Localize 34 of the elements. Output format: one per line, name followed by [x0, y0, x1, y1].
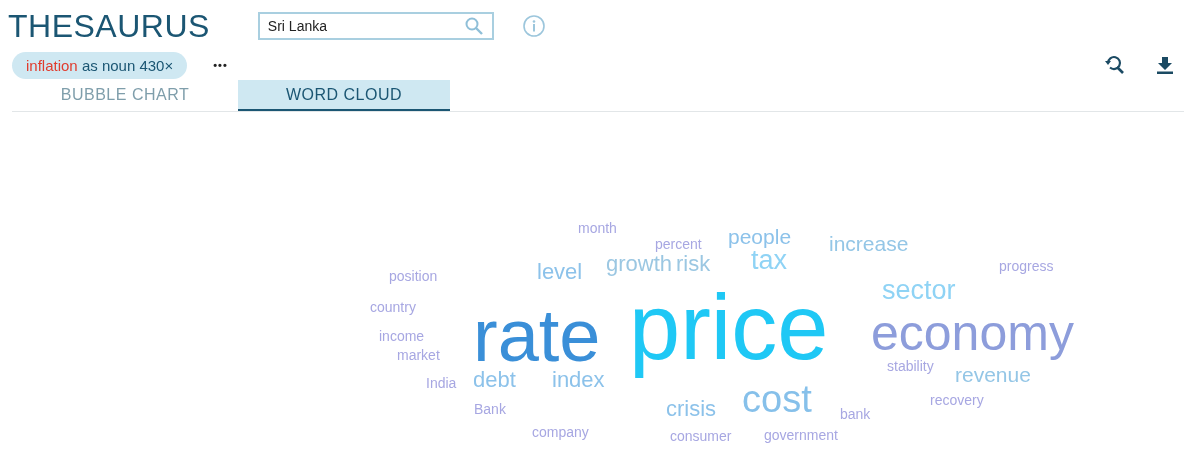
cloud-word[interactable]: Bank [474, 400, 506, 418]
cloud-word[interactable]: bank [840, 405, 871, 423]
cloud-word[interactable]: cost [742, 378, 812, 422]
cloud-word[interactable]: company [532, 423, 589, 441]
cloud-word[interactable]: level [537, 259, 583, 285]
cloud-word[interactable]: country [370, 298, 416, 316]
cloud-word[interactable]: consumer [670, 427, 732, 445]
cloud-word[interactable]: India [426, 374, 457, 392]
cloud-word[interactable]: month [578, 219, 617, 237]
cloud-word[interactable]: progress [999, 257, 1054, 275]
view-tab[interactable]: WORD CLOUD [238, 80, 450, 111]
cloud-word[interactable]: stability [887, 357, 934, 375]
download-icon[interactable] [1154, 54, 1176, 76]
cloud-word[interactable]: increase [829, 232, 909, 257]
cloud-word[interactable]: revenue [955, 363, 1031, 388]
cloud-word[interactable]: price [629, 275, 829, 381]
search-field[interactable]: Sri Lanka [257, 12, 494, 40]
view-tab[interactable]: BUBBLE CHART [12, 80, 238, 111]
cloud-word[interactable]: market [397, 346, 440, 364]
cloud-word[interactable]: sector [882, 274, 956, 306]
more-button[interactable]: ••• [211, 57, 230, 73]
cloud-word[interactable]: people [728, 225, 792, 250]
cloud-word[interactable]: income [379, 327, 425, 345]
cloud-word[interactable]: position [389, 267, 438, 285]
cloud-word[interactable]: percent [655, 235, 702, 253]
query-chip[interactable]: inflation as noun 430× [12, 51, 188, 79]
cloud-word[interactable]: crisis [666, 396, 717, 422]
cloud-word[interactable]: index [552, 367, 605, 393]
app-title: THESAURUS [8, 7, 210, 45]
cloud-word[interactable]: debt [473, 367, 516, 393]
cloud-word[interactable]: recovery [930, 391, 984, 409]
cloud-word[interactable]: growth [606, 251, 673, 277]
cloud-word[interactable]: risk [676, 251, 711, 277]
cloud-word[interactable]: government [764, 426, 838, 444]
